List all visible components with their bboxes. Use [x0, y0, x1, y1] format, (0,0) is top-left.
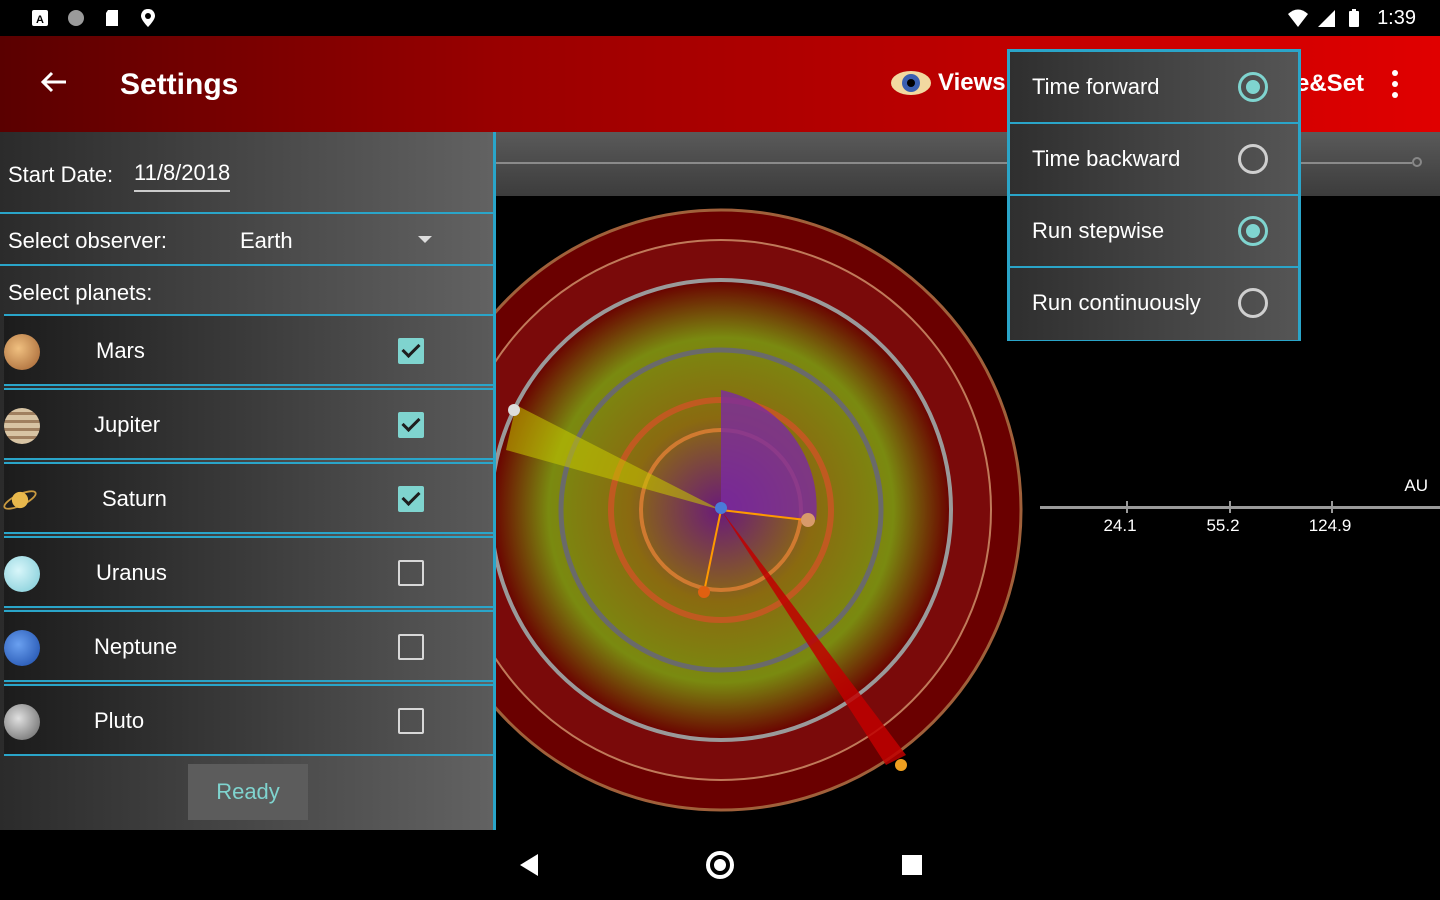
jupiter-icon: [4, 408, 40, 444]
axis-tick-label: 55.2: [1206, 516, 1240, 535]
planet-name: Jupiter: [94, 412, 161, 437]
axis-unit-label: AU: [1404, 476, 1428, 495]
axis-tick: [1331, 501, 1333, 513]
mars-icon: [4, 334, 40, 370]
run-stepwise-radio[interactable]: [1238, 216, 1268, 246]
planets-label: Select planets:: [8, 280, 153, 305]
time-options-menu: Time forward Time backward Run stepwise …: [1007, 49, 1301, 341]
neptune-checkbox[interactable]: [398, 634, 424, 660]
views-label: Views: [938, 69, 1006, 96]
time-slider-handle[interactable]: [1412, 157, 1422, 167]
menu-item-time-backward[interactable]: Time backward: [1010, 124, 1298, 196]
planet-marker: [895, 759, 907, 771]
nav-home-icon[interactable]: [706, 851, 734, 879]
nav-back-icon[interactable]: [520, 854, 538, 876]
observer-row[interactable]: Select observer: Earth: [0, 214, 493, 266]
views-button[interactable]: Views: [890, 66, 1006, 100]
planet-name: Mars: [96, 338, 145, 363]
uranus-checkbox[interactable]: [398, 560, 424, 586]
time-forward-radio[interactable]: [1238, 72, 1268, 102]
mars-checkbox[interactable]: [398, 338, 424, 364]
run-continuously-radio[interactable]: [1238, 288, 1268, 318]
scale-axis: AU 24.1 55.2 124.9: [1040, 470, 1440, 550]
menu-item-label: Run continuously: [1032, 290, 1201, 315]
wifi-icon: [1288, 9, 1308, 27]
eye-icon: [891, 71, 931, 95]
circle-icon: [68, 10, 84, 26]
axis-line: [1040, 506, 1440, 509]
pluto-icon: [4, 704, 40, 740]
sd-card-icon: [106, 10, 118, 26]
ready-button[interactable]: Ready: [188, 764, 308, 820]
pluto-checkbox[interactable]: [398, 708, 424, 734]
signal-icon: [1318, 10, 1335, 27]
axis-tick: [1229, 501, 1231, 513]
riseset-button[interactable]: e&Set: [1296, 70, 1364, 98]
planet-row-pluto[interactable]: Pluto: [4, 684, 493, 756]
menu-item-run-continuously[interactable]: Run continuously: [1010, 268, 1298, 340]
menu-item-label: Run stepwise: [1032, 218, 1165, 243]
notification-a-icon: A: [32, 10, 48, 26]
jupiter-marker: [698, 586, 710, 598]
page-title: Settings: [120, 68, 239, 101]
uranus-icon: [4, 556, 40, 592]
planet-name: Neptune: [94, 634, 178, 659]
back-arrow-icon[interactable]: [38, 66, 70, 98]
status-bar: A 1:39: [0, 0, 1440, 36]
planet-name: Saturn: [102, 486, 167, 511]
planets-header-row: Select planets:: [0, 266, 493, 314]
location-icon: [141, 9, 155, 27]
observer-select[interactable]: Earth: [240, 228, 293, 254]
jupiter-checkbox[interactable]: [398, 412, 424, 438]
planet-row-neptune[interactable]: Neptune: [4, 610, 493, 682]
saturn-marker: [508, 404, 520, 416]
neptune-icon: [4, 630, 40, 666]
axis-tick: [1126, 501, 1128, 513]
planet-name: Uranus: [96, 560, 167, 585]
saturn-checkbox[interactable]: [398, 486, 424, 512]
saturn-icon: [3, 490, 37, 510]
planet-row-saturn[interactable]: Saturn: [3, 462, 493, 534]
planet-row-jupiter[interactable]: Jupiter: [4, 388, 493, 460]
mars-marker: [801, 513, 815, 527]
axis-tick-label: 24.1: [1103, 516, 1137, 535]
nav-recents-icon[interactable]: [902, 855, 922, 875]
navigation-bar: [0, 830, 1440, 900]
planet-row-mars[interactable]: Mars: [4, 314, 493, 386]
orbit-visualization[interactable]: [496, 190, 1056, 840]
planet-row-uranus[interactable]: Uranus: [4, 536, 493, 608]
battery-icon: [1349, 9, 1359, 27]
menu-item-run-stepwise[interactable]: Run stepwise: [1010, 196, 1298, 268]
overflow-menu-icon[interactable]: [1380, 64, 1410, 104]
menu-item-label: Time backward: [1032, 146, 1181, 171]
settings-panel: Start Date: 11/8/2018 Select observer: E…: [0, 132, 496, 830]
planet-name: Pluto: [94, 708, 145, 733]
dropdown-arrow-icon[interactable]: [418, 236, 432, 243]
menu-item-time-forward[interactable]: Time forward: [1010, 52, 1298, 124]
svg-text:A: A: [36, 14, 44, 26]
start-date-field[interactable]: 11/8/2018: [134, 160, 231, 192]
start-date-row: Start Date: 11/8/2018: [0, 132, 493, 214]
status-time: 1:39: [1377, 7, 1416, 29]
earth-marker: [715, 502, 727, 514]
menu-item-label: Time forward: [1032, 74, 1160, 99]
axis-tick-label: 124.9: [1308, 516, 1352, 535]
time-backward-radio[interactable]: [1238, 144, 1268, 174]
start-date-label: Start Date:: [8, 162, 114, 187]
observer-label: Select observer:: [8, 228, 167, 253]
